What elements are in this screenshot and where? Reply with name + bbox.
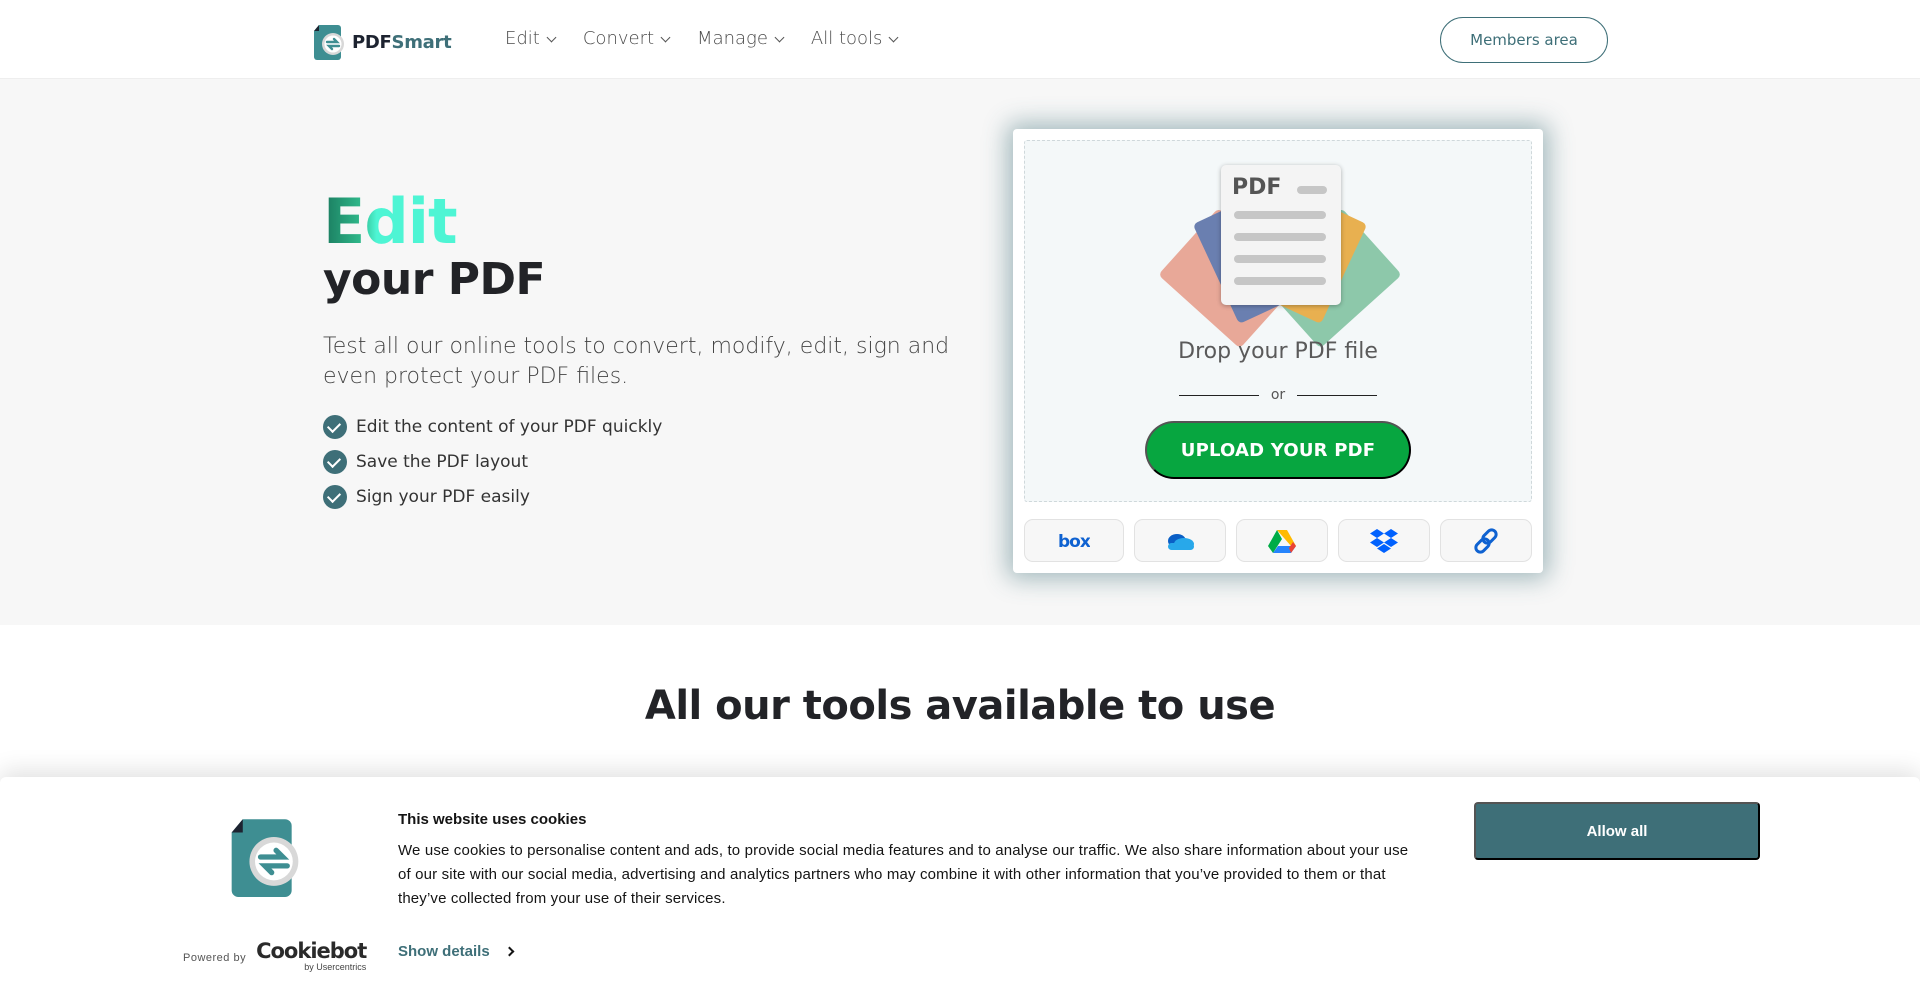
text-line	[1234, 233, 1326, 241]
logo[interactable]: PDFSmart	[312, 24, 452, 60]
upload-pdf-button[interactable]: UPLOAD YOUR PDF	[1145, 421, 1411, 479]
dropbox-source-button[interactable]	[1338, 519, 1430, 562]
google-drive-source-button[interactable]	[1236, 519, 1328, 562]
cookiebot-logo: Cookiebot by Usercentrics	[256, 939, 367, 972]
cloud-sources: box	[1024, 519, 1532, 562]
allow-all-button[interactable]: Allow all	[1474, 802, 1760, 860]
hero-description: Test all our online tools to convert, mo…	[323, 334, 950, 389]
hero-section: Edit your PDF Test all our online tools …	[0, 79, 1920, 625]
feature-item: Sign your PDF easily	[323, 479, 662, 514]
upload-card: PDF Drop your PDF file or UPLOAD YOUR PD…	[1013, 129, 1543, 573]
chevron-down-icon	[774, 32, 785, 42]
nav-manage[interactable]: Manage	[697, 28, 785, 49]
logo-text: PDFSmart	[352, 31, 452, 53]
tools-section-title: All our tools available to use	[644, 683, 1276, 729]
divider-line	[1297, 394, 1378, 396]
nav-edit[interactable]: Edit	[505, 28, 557, 49]
chevron-down-icon	[546, 32, 557, 42]
pdfsmart-logo-icon	[231, 819, 299, 897]
chevron-down-icon	[888, 32, 899, 42]
chevron-down-icon	[660, 32, 671, 42]
nav-all-tools[interactable]: All tools	[811, 28, 899, 49]
pdf-document-icon: PDF	[1221, 165, 1341, 305]
check-circle-icon	[323, 414, 347, 439]
box-source-button[interactable]: box	[1024, 519, 1124, 562]
powered-by-cookiebot[interactable]: Powered by Cookiebot by Usercentrics	[183, 939, 367, 972]
cookie-description: We use cookies to personalise content an…	[398, 842, 1409, 907]
svg-text:box: box	[1058, 532, 1090, 550]
onedrive-source-button[interactable]	[1134, 519, 1226, 562]
divider-line	[1178, 394, 1259, 396]
or-divider: or	[1025, 387, 1531, 403]
link-icon	[1474, 527, 1498, 554]
text-line	[1297, 186, 1327, 194]
feature-item: Edit the content of your PDF quickly	[323, 409, 662, 444]
feature-item: Save the PDF layout	[323, 444, 662, 479]
hero-title-highlight: Edit	[323, 185, 458, 258]
pdfsmart-logo-icon	[314, 25, 344, 60]
feature-list: Edit the content of your PDF quickly Sav…	[323, 409, 662, 514]
check-circle-icon	[323, 484, 347, 509]
chevron-right-icon	[504, 946, 515, 957]
nav-convert[interactable]: Convert	[583, 28, 671, 49]
text-line	[1234, 211, 1326, 219]
pdf-documents-illustration: PDF	[1155, 165, 1405, 349]
check-circle-icon	[323, 449, 347, 474]
text-line	[1234, 277, 1326, 285]
main-nav: Edit Convert Manage All tools	[505, 28, 925, 49]
file-dropzone[interactable]: PDF Drop your PDF file or UPLOAD YOUR PD…	[1024, 140, 1532, 502]
members-area-button[interactable]: Members area	[1440, 17, 1608, 63]
text-line	[1234, 255, 1326, 263]
hero-title-rest: your PDF	[323, 254, 546, 305]
hero-title: Edit your PDF	[323, 185, 546, 305]
box-icon: box	[1058, 532, 1090, 550]
cookie-banner: Powered by Cookiebot by Usercentrics Thi…	[0, 777, 1920, 993]
onedrive-icon	[1168, 533, 1194, 550]
url-link-source-button[interactable]	[1440, 519, 1532, 562]
site-header: PDFSmart Edit Convert Manage All tools M…	[0, 0, 1920, 79]
dropbox-icon	[1370, 528, 1398, 553]
show-details-link[interactable]: Show details	[398, 943, 515, 960]
drop-file-text: Drop your PDF file	[1178, 339, 1378, 364]
cookie-title: This website uses cookies	[398, 811, 587, 828]
google-drive-icon	[1268, 529, 1296, 553]
